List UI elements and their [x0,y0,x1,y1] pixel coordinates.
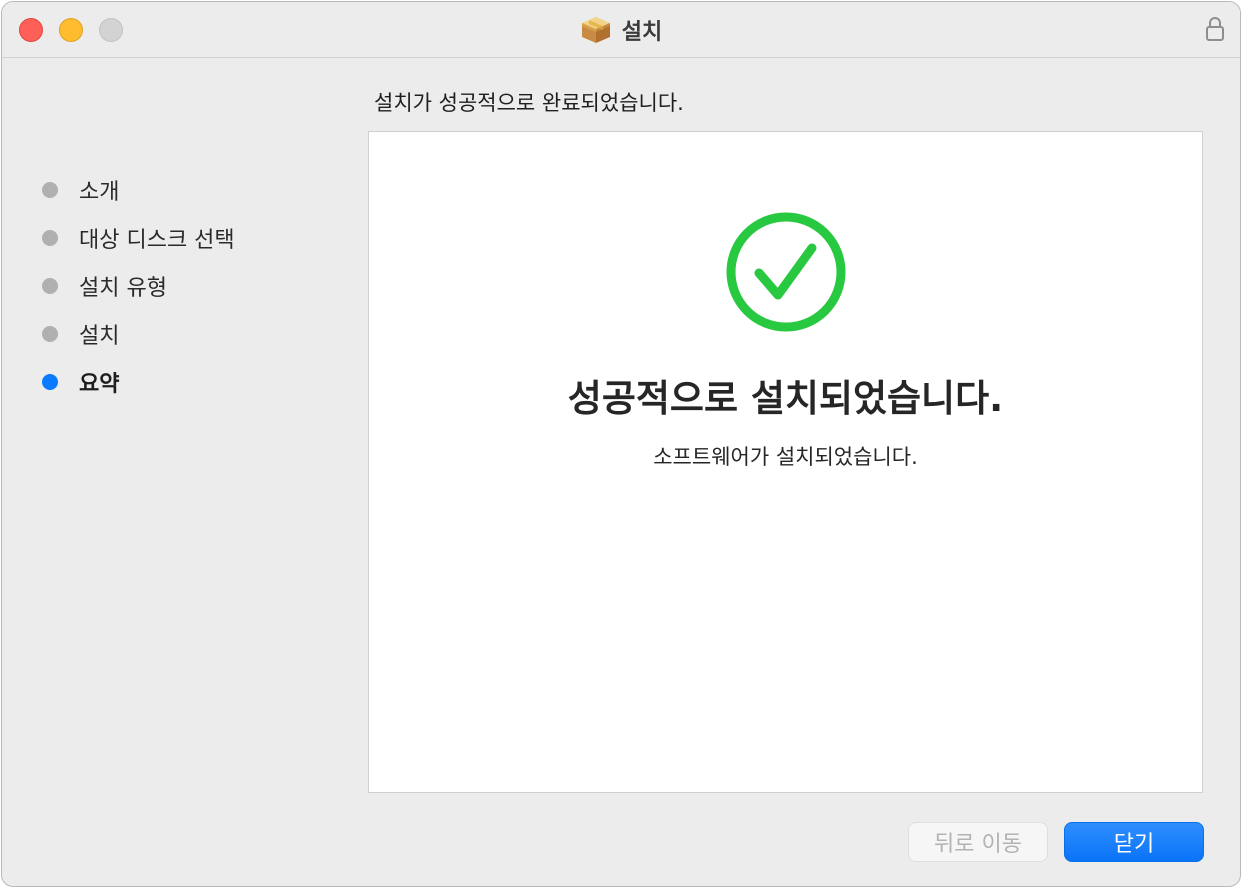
page-header: 설치가 성공적으로 완료되었습니다. [374,91,684,115]
title-bar: 설치 [2,2,1240,58]
checkmark-circle-icon [726,212,846,332]
step-label: 요약 [79,372,120,397]
step-dot [42,278,58,294]
window-title-group: 설치 [2,14,1240,46]
installer-window: 설치 소개 대상 디스크 선택 설치 유형 설치 요약 설치가 성공적으로 완료… [1,1,1241,887]
close-button[interactable]: 닫기 [1064,822,1204,862]
step-summary: 요약 [42,367,119,397]
step-label: 설치 [79,324,120,349]
content-pane: 성공적으로 설치되었습니다. 소프트웨어가 설치되었습니다. [368,131,1203,793]
step-dot [42,230,58,246]
success-title: 성공적으로 설치되었습니다. [567,377,1004,420]
step-label: 대상 디스크 선택 [79,228,235,253]
step-dot [42,182,58,198]
step-dot [42,326,58,342]
step-dot-current [42,374,58,390]
step-installation-type: 설치 유형 [42,271,167,301]
package-icon [581,17,610,43]
window-title: 설치 [621,20,663,45]
lock-icon [1206,17,1224,41]
step-installation: 설치 [42,319,119,349]
step-label: 소개 [79,180,120,205]
back-button[interactable]: 뒤로 이동 [908,822,1048,862]
step-label: 설치 유형 [79,276,167,301]
installer-steps-sidebar: 소개 대상 디스크 선택 설치 유형 설치 요약 [2,58,352,886]
success-subtitle: 소프트웨어가 설치되었습니다. [653,445,918,469]
step-destination: 대상 디스크 선택 [42,223,235,253]
step-introduction: 소개 [42,175,119,205]
